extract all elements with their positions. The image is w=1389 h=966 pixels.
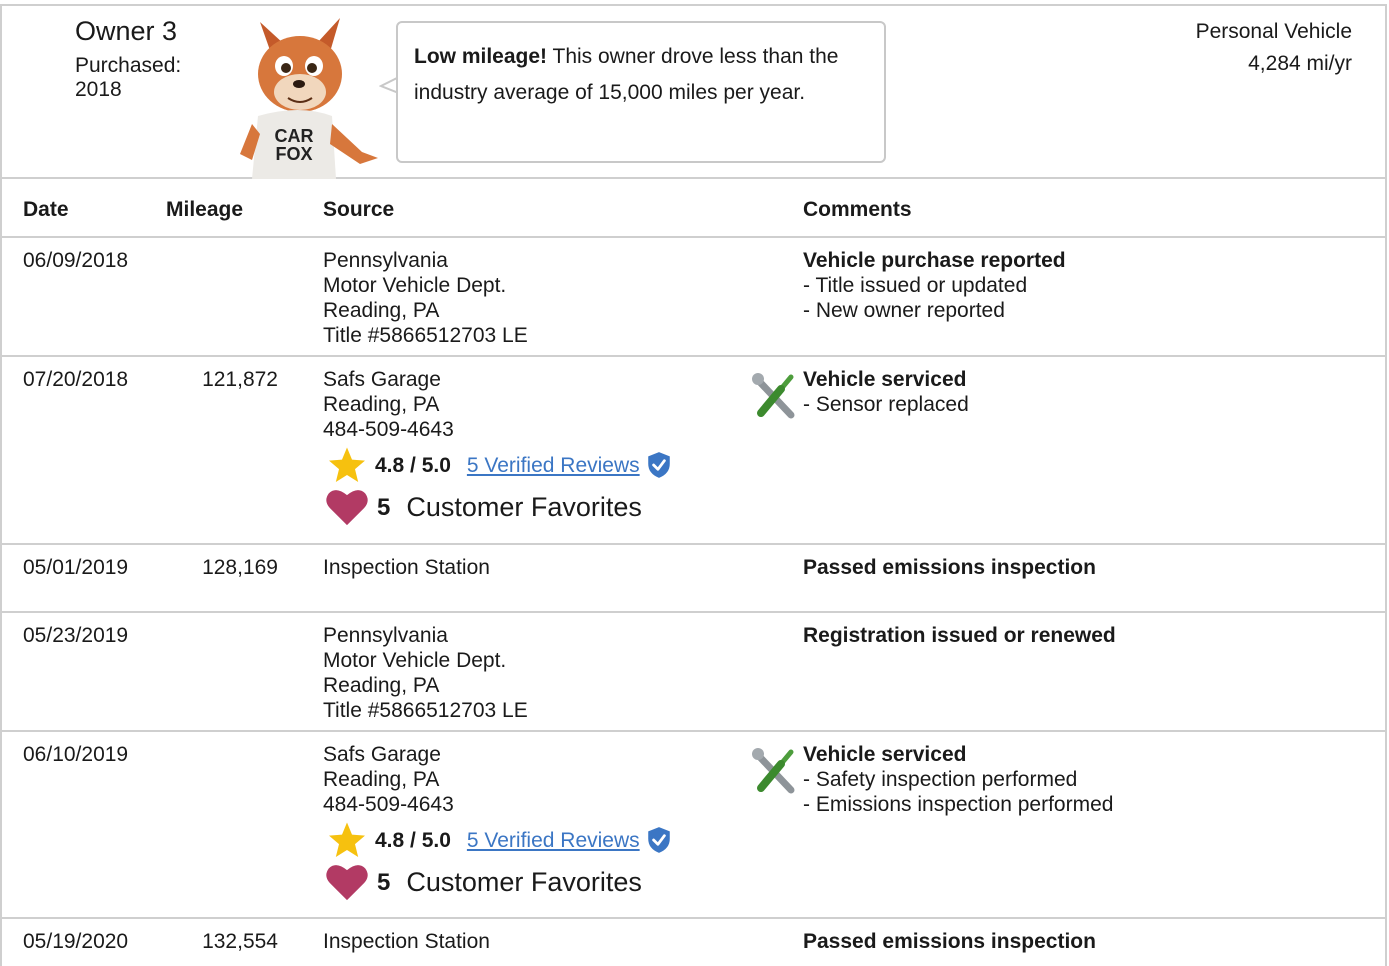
row-date: 05/23/2019 [23,624,129,647]
source-line: Title #5866512703 LE [323,324,528,347]
source-line: 484-509-4643 [323,793,454,816]
row-comments: Registration issued or renewed [803,623,1363,648]
source-line: Reading, PA [323,674,440,697]
source-line: Title #5866512703 LE [323,699,528,722]
row-mileage: 132,554 [202,930,278,953]
favorites-label: Customer Favorites [406,491,642,522]
svg-text:FOX: FOX [275,144,312,164]
comment-line: - Safety inspection performed [803,768,1078,791]
row-date: 06/09/2018 [23,249,129,272]
row-date: 05/19/2020 [23,930,129,953]
row-source: Pennsylvania Motor Vehicle Dept. Reading… [323,623,743,723]
row-comments: Passed emissions inspection [803,555,1363,580]
table-row: 05/23/2019 Pennsylvania Motor Vehicle De… [2,613,1385,732]
table-header: Date Mileage Source Comments [2,179,1385,238]
verified-shield-icon [647,452,670,478]
source-line: Reading, PA [323,393,440,416]
heart-icon [326,865,368,901]
rating-value: 4.8 / 5.0 [375,828,451,852]
comment-line: - Title issued or updated [803,274,1028,297]
purchased-year: 2018 [75,78,122,101]
row-source: Safs Garage Reading, PA 484-509-4643 4.8… [323,367,743,530]
wrench-screwdriver-icon [752,373,795,419]
owner-history-panel: Owner 3 Purchased: 2018 CAR FOX Low mile… [0,4,1387,966]
row-source: Pennsylvania Motor Vehicle Dept. Reading… [323,248,743,348]
comment-title: Vehicle serviced [803,368,967,391]
row-source: Inspection Station [323,929,743,954]
heart-icon [326,490,368,526]
carfox-mascot-image: CAR FOX [240,18,378,179]
star-icon [329,447,365,482]
column-source: Source [323,198,395,221]
vehicle-type: Personal Vehicle [1195,20,1352,43]
source-line: Inspection Station [323,930,490,953]
source-line: Pennsylvania [323,249,448,272]
comment-line: - New owner reported [803,299,1005,322]
column-date: Date [23,198,69,221]
table-row: 07/20/2018 121,872 Safs Garage Reading, … [2,357,1385,545]
comment-title: Passed emissions inspection [803,930,1096,953]
bubble-highlight: Low mileage! [414,45,548,68]
verified-reviews-link[interactable]: 5 Verified Reviews [467,453,640,478]
low-mileage-bubble: Low mileage! This owner drove less than … [396,21,886,163]
column-mileage: Mileage [166,198,244,221]
table-row: 06/09/2018 Pennsylvania Motor Vehicle De… [2,238,1385,357]
source-line: Motor Vehicle Dept. [323,649,507,672]
row-mileage: 128,169 [202,556,278,579]
comment-line: - Emissions inspection performed [803,793,1114,816]
comment-title: Registration issued or renewed [803,624,1116,647]
row-date: 06/10/2019 [23,743,129,766]
favorites-count: 5 [377,493,391,521]
owner-header: Owner 3 Purchased: 2018 CAR FOX Low mile… [2,6,1385,179]
row-comments: Vehicle purchase reported - Title issued… [803,248,1363,323]
source-line: Reading, PA [323,299,440,322]
customer-favorites: 5 Customer Favorites [323,859,743,905]
source-line: Safs Garage [323,743,441,766]
rating-value: 4.8 / 5.0 [375,453,451,477]
row-comments: Vehicle serviced - Safety inspection per… [803,742,1363,817]
row-source: Safs Garage Reading, PA 484-509-4643 4.8… [323,742,743,905]
column-comments: Comments [803,198,912,221]
owner-title: Owner 3 [75,16,178,46]
comment-line: - Sensor replaced [803,393,969,416]
svg-text:CAR: CAR [275,126,314,146]
miles-per-year: 4,284 mi/yr [1248,52,1352,75]
source-line: Reading, PA [323,768,440,791]
shop-rating: 4.8 / 5.0 5 Verified Reviews [323,446,743,484]
favorites-count: 5 [377,868,391,896]
comment-title: Vehicle purchase reported [803,249,1066,272]
table-row: 05/01/2019 128,169 Inspection Station Pa… [2,545,1385,613]
source-line: Inspection Station [323,556,490,579]
table-row: 06/10/2019 Safs Garage Reading, PA 484-5… [2,732,1385,919]
source-line: Pennsylvania [323,624,448,647]
row-comments: Vehicle serviced - Sensor replaced [803,367,1363,417]
source-line: 484-509-4643 [323,418,454,441]
wrench-screwdriver-icon [752,748,795,794]
customer-favorites: 5 Customer Favorites [323,484,743,530]
row-comments: Passed emissions inspection [803,929,1363,954]
row-date: 05/01/2019 [23,556,129,579]
purchase-info: Purchased: 2018 [75,54,215,102]
source-line: Safs Garage [323,368,441,391]
row-date: 07/20/2018 [23,368,129,391]
purchased-label: Purchased: [75,54,182,77]
row-source: Inspection Station [323,555,743,580]
source-line: Motor Vehicle Dept. [323,274,507,297]
usage-summary: Personal Vehicle 4,284 mi/yr [1196,16,1352,80]
verified-reviews-link[interactable]: 5 Verified Reviews [467,828,640,853]
shop-rating: 4.8 / 5.0 5 Verified Reviews [323,821,743,859]
verified-shield-icon [647,827,670,853]
favorites-label: Customer Favorites [406,866,642,897]
table-row: 05/19/2020 132,554 Inspection Station Pa… [2,919,1385,966]
star-icon [329,822,365,857]
row-mileage: 121,872 [202,368,278,391]
comment-title: Vehicle serviced [803,743,967,766]
comment-title: Passed emissions inspection [803,556,1096,579]
